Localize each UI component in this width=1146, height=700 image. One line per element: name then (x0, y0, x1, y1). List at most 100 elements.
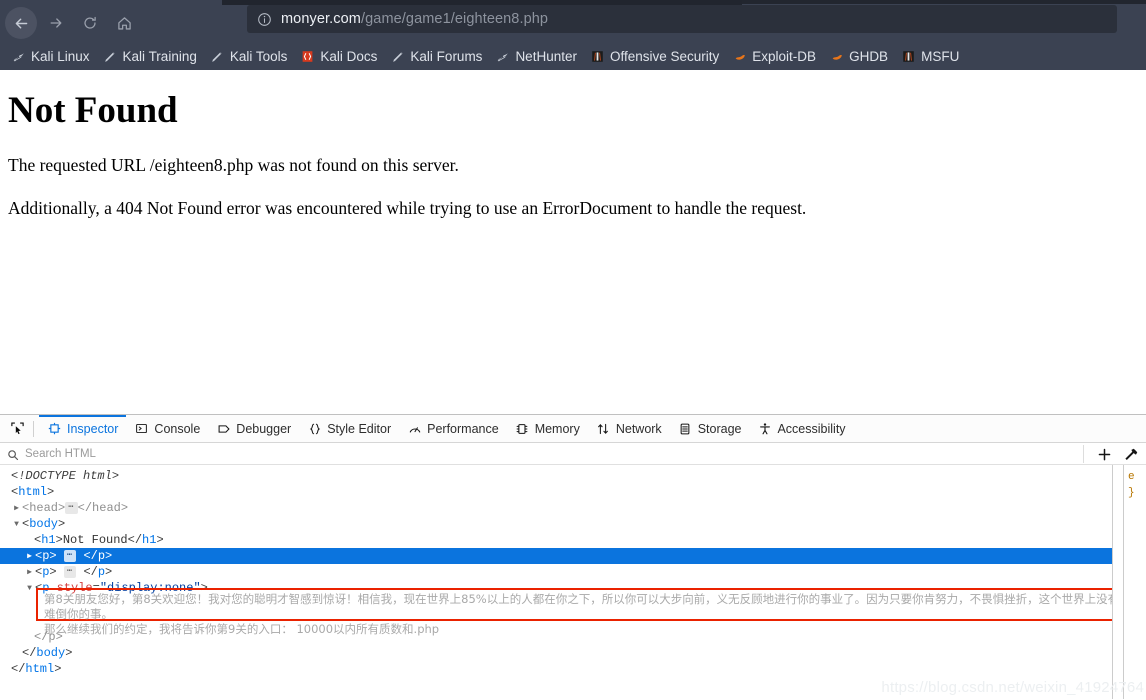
expand-twisty-icon[interactable] (11, 501, 22, 517)
eyedropper-button[interactable] (1119, 443, 1143, 465)
page-content: Not Found The requested URL /eighteen8.p… (0, 70, 1146, 414)
browser-chrome: monyer.com/game/game1/eighteen8.php Kali… (0, 0, 1146, 70)
markup-tree[interactable]: <!DOCTYPE html> <html> <head>⋯</head> <b… (0, 465, 1112, 699)
tag-name: h1 (41, 533, 56, 547)
bookmark-nethunter[interactable]: NetHunter (495, 46, 577, 68)
tag-name-close: html (25, 662, 55, 676)
page-title: Not Found (8, 90, 178, 131)
highlight-annotation-box: 第8关朋友您好，第8关欢迎您！我对您的聪明才智感到惊讶！相信我，现在世界上85%… (36, 588, 1112, 636)
kali-docs-icon (300, 49, 315, 64)
tab-console[interactable]: Console (126, 415, 208, 443)
collapsed-children-icon[interactable]: ⋯ (63, 566, 77, 578)
bookmarks-bar: Kali Linux Kali Training Kali Tools Kali… (0, 43, 1146, 70)
tab-debugger[interactable]: Debugger (208, 415, 299, 443)
reload-icon (84, 16, 96, 29)
tag-name: html (18, 485, 48, 499)
performance-icon (407, 421, 422, 436)
eyedropper-icon (1124, 448, 1137, 460)
kali-dragon-icon (495, 49, 510, 64)
offsec-icon (901, 49, 916, 64)
tab-performance[interactable]: Performance (399, 415, 507, 443)
markup-node-p-selected[interactable]: <p> ⋯ </p> (0, 548, 1112, 564)
tab-style-editor[interactable]: Style Editor (299, 415, 399, 443)
tab-storage[interactable]: Storage (670, 415, 750, 443)
css-rules-pane[interactable]: e } (1112, 465, 1146, 699)
markup-node-h1[interactable]: <h1>Not Found</h1> (0, 532, 1112, 548)
tag-name-close: p (97, 549, 106, 563)
watermark: https://blog.csdn.net/weixin_41924764 (881, 679, 1144, 696)
info-circle-icon[interactable] (257, 12, 272, 27)
collapse-twisty-icon[interactable] (24, 581, 35, 597)
bookmark-label: Kali Training (122, 49, 197, 64)
forward-button[interactable] (41, 8, 71, 38)
toolbar-separator (1083, 445, 1084, 463)
tab-accessibility[interactable]: Accessibility (749, 415, 853, 443)
error-message-additional: Additionally, a 404 Not Found error was … (8, 198, 807, 218)
tag-name-close: h1 (142, 533, 157, 547)
element-picker-icon (10, 422, 24, 435)
bookmark-kali-tools[interactable]: Kali Tools (210, 46, 287, 68)
bookmark-label: GHDB (849, 49, 889, 64)
url-host: monyer.com (281, 11, 361, 27)
exploitdb-flame-icon (829, 49, 844, 64)
bookmark-ghdb[interactable]: GHDB (829, 46, 888, 68)
bookmark-kali-forums[interactable]: Kali Forums (390, 46, 482, 68)
search-input-placeholder[interactable]: Search HTML (25, 448, 96, 460)
kali-pen-icon (390, 49, 405, 64)
back-button[interactable] (5, 7, 37, 39)
element-picker-button[interactable] (4, 417, 30, 441)
rules-line-2: } (1128, 487, 1135, 499)
tab-memory[interactable]: Memory (507, 415, 588, 443)
markup-node-body[interactable]: <body> (0, 516, 1112, 532)
expand-twisty-icon[interactable] (24, 549, 35, 565)
markup-node-html-close[interactable]: </html> (0, 661, 1112, 677)
markup-node-html[interactable]: <html> (0, 484, 1112, 500)
tab-label: Memory (534, 421, 580, 436)
rules-code[interactable]: e } (1124, 465, 1135, 699)
url-text: monyer.com/game/game1/eighteen8.php (281, 11, 548, 27)
bookmark-kali-docs[interactable]: Kali Docs (300, 46, 377, 68)
tab-label: Storage (697, 421, 742, 436)
bookmark-label: Exploit-DB (752, 49, 817, 64)
expand-twisty-icon[interactable] (24, 565, 35, 581)
close-p-tag: </p> (34, 630, 63, 644)
url-bar[interactable]: monyer.com/game/game1/eighteen8.php (247, 5, 1117, 33)
tab-label: Inspector (67, 421, 119, 436)
kali-dragon-icon (11, 49, 26, 64)
debugger-icon (216, 421, 231, 436)
bookmark-kali-training[interactable]: Kali Training (103, 46, 197, 68)
markup-node-body-close[interactable]: </body> (0, 645, 1112, 661)
bookmark-msfu[interactable]: MSFU (901, 46, 959, 68)
add-node-button[interactable] (1092, 443, 1116, 465)
bookmark-exploit-db[interactable]: Exploit-DB (732, 46, 816, 68)
bookmark-label: Kali Linux (31, 49, 90, 64)
collapsed-children-icon[interactable]: ⋯ (63, 550, 77, 562)
devtools-body: <!DOCTYPE html> <html> <head>⋯</head> <b… (0, 465, 1146, 699)
home-button[interactable] (109, 8, 139, 38)
tab-inspector[interactable]: Inspector (39, 414, 127, 443)
markup-node-p-second[interactable]: <p> ⋯ </p> (0, 564, 1112, 580)
tag-name-close: head (92, 501, 121, 515)
bookmark-label: Kali Forums (410, 49, 483, 64)
tag-name: body (29, 517, 59, 531)
doctype-text: <!DOCTYPE html> (11, 469, 120, 483)
reload-button[interactable] (75, 8, 105, 38)
bookmark-kali-linux[interactable]: Kali Linux (11, 46, 90, 68)
error-message-url: The requested URL /eighteen8.php was not… (8, 155, 459, 175)
rules-line-1: e (1128, 471, 1135, 483)
collapse-twisty-icon[interactable] (11, 517, 22, 533)
markup-node-p-close[interactable]: </p> (0, 629, 1112, 645)
network-icon (596, 421, 611, 436)
markup-search-bar[interactable]: Search HTML (0, 443, 1146, 465)
markup-node-head[interactable]: <head>⋯</head> (0, 500, 1112, 516)
tab-network[interactable]: Network (588, 415, 670, 443)
tab-label: Style Editor (327, 421, 392, 436)
search-icon (7, 448, 19, 460)
tab-label: Accessibility (777, 421, 846, 436)
tab-label: Network (615, 421, 662, 436)
inspector-icon (47, 421, 62, 436)
tab-label: Debugger (236, 421, 292, 436)
bookmark-offensive-security[interactable]: Offensive Security (590, 46, 719, 68)
markup-node-doctype[interactable]: <!DOCTYPE html> (0, 468, 1112, 484)
collapsed-children-icon[interactable]: ⋯ (65, 502, 78, 514)
